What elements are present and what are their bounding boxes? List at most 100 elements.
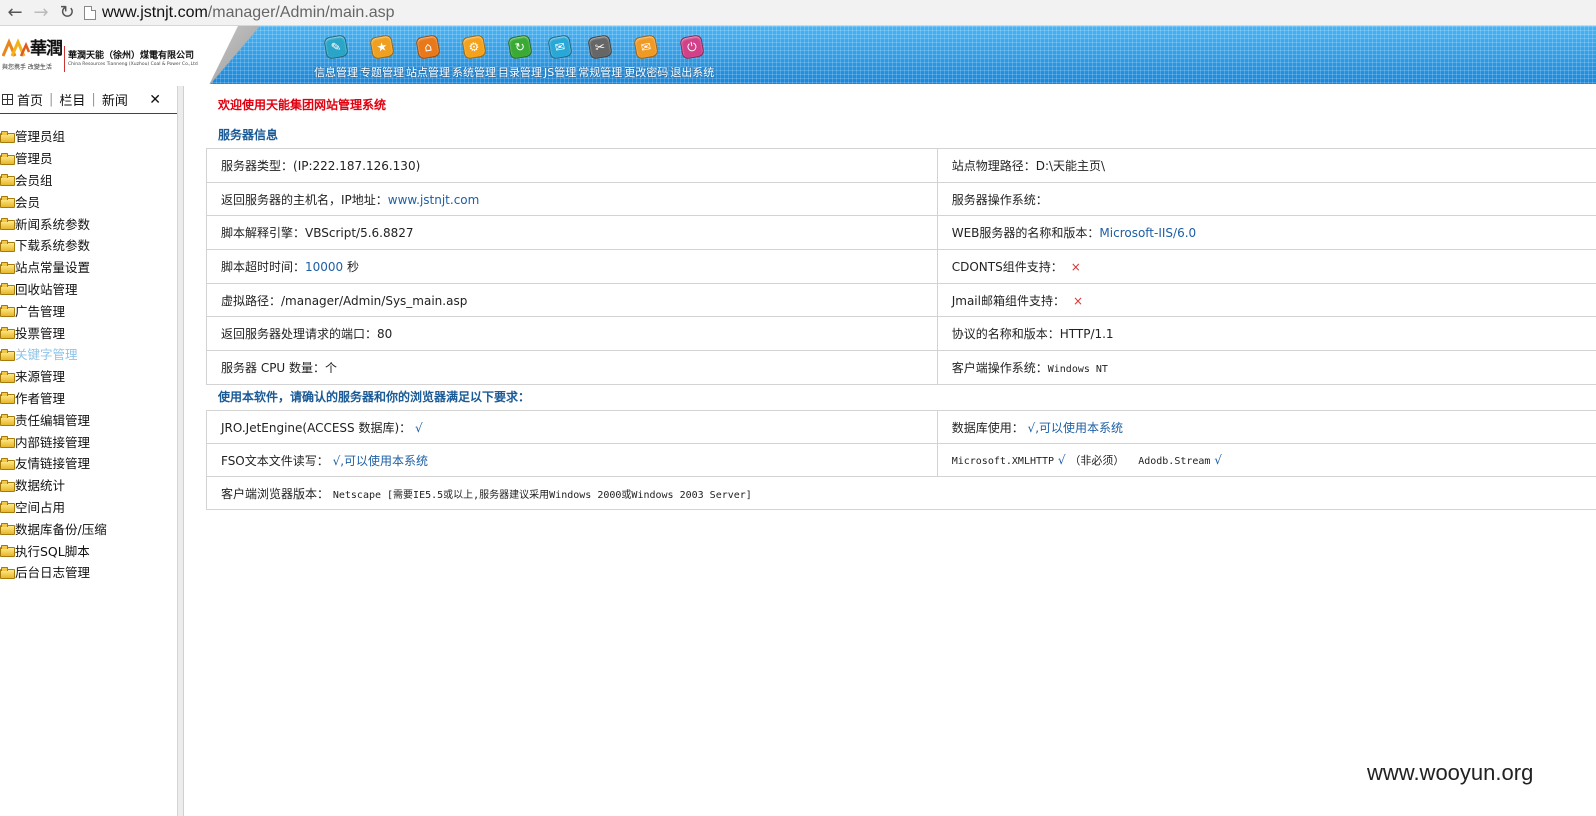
folder-icon: [0, 130, 15, 143]
sidebar-item[interactable]: 关键字管理: [0, 343, 177, 365]
url-host: www.jstnjt.com: [102, 3, 208, 21]
table-row: 虚拟路径：/manager/Admin/Sys_main.asp Jmail邮箱组…: [206, 282, 1596, 318]
cell-value[interactable]: www.jstnjt.com: [388, 193, 480, 207]
folder-icon: [0, 523, 15, 536]
folder-icon: [0, 348, 15, 361]
cell-value: (IP:222.187.126.130): [293, 158, 421, 173]
nav-system[interactable]: ⚙ 系统管理: [452, 34, 496, 84]
company-name: 華潤天能（徐州）煤電有限公司: [68, 51, 195, 61]
forward-arrow-icon[interactable]: →: [30, 2, 52, 24]
sidebar-item[interactable]: 会员: [0, 190, 177, 212]
nav-topic[interactable]: ★ 专题管理: [360, 34, 404, 84]
cell-label: JRO.JetEngine(ACCESS 数据库)：: [221, 420, 412, 435]
sidebar-item[interactable]: 内部链接管理: [0, 430, 177, 452]
table-row: 脚本超时时间：10000 秒 CDONTS组件支持： ×: [206, 249, 1596, 284]
nav-exit[interactable]: ⏻ 退出系统: [670, 34, 714, 84]
company-name-en: China Resources Tianneng (Xuzhou) Coal &…: [68, 62, 198, 67]
address-bar[interactable]: www.jstnjt.com/manager/Admin/main.asp: [84, 2, 395, 24]
sidebar-item-label: 来源管理: [15, 369, 66, 385]
folder-icon: [0, 545, 15, 558]
sidebar-item-label: 投票管理: [15, 325, 66, 341]
folder-icon: [0, 436, 15, 449]
nav-directory[interactable]: ↻ 目录管理: [498, 34, 542, 84]
nav-regular[interactable]: ✂ 常规管理: [578, 34, 622, 84]
server-info-title: 服务器信息: [218, 128, 279, 142]
reload-icon[interactable]: ↻: [56, 2, 78, 24]
logo-slogan: 與您携手 改變生活: [2, 64, 52, 71]
sidebar-item[interactable]: 下载系统参数: [0, 234, 177, 256]
table-row: 服务器 CPU 数量：个 客户端操作系统：Windows NT: [206, 350, 1596, 385]
folder-icon: [0, 392, 15, 405]
cell-label: WEB服务器的名称和版本：: [951, 226, 1100, 241]
sidebar-item-label: 站点常量设置: [15, 260, 91, 276]
tab-column[interactable]: 栏目: [59, 90, 85, 109]
watermark: www.wooyun.org: [1367, 760, 1534, 785]
sidebar-item-label: 关键字管理: [15, 347, 78, 363]
server-info-table: 服务器类型：(IP:222.187.126.130) 站点物理路径：D:\天能主页…: [206, 148, 1596, 385]
cell-label: Microsoft.XMLHTTP: [951, 456, 1055, 467]
sidebar-item[interactable]: 回收站管理: [0, 278, 177, 300]
sidebar-item[interactable]: 数据统计: [0, 474, 177, 496]
sidebar-item[interactable]: 数据库备份/压缩: [0, 517, 177, 539]
folder-icon: [0, 566, 15, 579]
sidebar-item[interactable]: 投票管理: [0, 321, 177, 343]
cell-label: 虚拟路径：: [221, 293, 282, 308]
folder-icon: [0, 457, 15, 470]
folder-icon: [0, 327, 15, 340]
folder-icon: [0, 239, 15, 252]
sidebar-item[interactable]: 管理员: [0, 147, 177, 169]
page-icon: [84, 5, 96, 20]
cell-label: 返回服务器的主机名，IP地址：: [221, 192, 388, 207]
sidebar-item[interactable]: 广告管理: [0, 299, 177, 321]
logo-mark-icon: [2, 38, 30, 57]
sidebar-item-label: 下载系统参数: [15, 238, 91, 254]
logo-text: 華潤: [30, 39, 63, 59]
sidebar-item-label: 空间占用: [15, 499, 66, 515]
system-icon: ⚙: [461, 34, 487, 60]
check-icon: √: [1057, 453, 1066, 467]
sidebar: 首页 | 栏目 | 新闻 ✕ 管理员组 管理员 会员组 会员 新闻系统参数 下载系统参数站…: [0, 86, 178, 816]
folder-icon: [0, 152, 15, 165]
tab-home[interactable]: 首页: [17, 90, 43, 109]
folder-icon: [0, 283, 15, 296]
folder-icon: [0, 261, 15, 274]
sidebar-item[interactable]: 来源管理: [0, 365, 177, 387]
cell-label: 服务器类型：: [221, 158, 294, 173]
sidebar-item[interactable]: 友情链接管理: [0, 452, 177, 474]
folder-icon: [0, 479, 15, 492]
grid-icon: [2, 94, 13, 105]
app-header: 華潤 與您携手 改變生活 華潤天能（徐州）煤電有限公司 China Resour…: [0, 26, 1596, 84]
sidebar-item[interactable]: 作者管理: [0, 387, 177, 409]
sidebar-item-label: 友情链接管理: [15, 456, 91, 472]
back-arrow-icon[interactable]: ←: [4, 2, 26, 24]
sidebar-item[interactable]: 站点常量设置: [0, 256, 177, 278]
sidebar-item-label: 广告管理: [15, 303, 66, 319]
sidebar-item[interactable]: 管理员组: [0, 125, 177, 147]
cell-label: 服务器操作系统：: [951, 192, 1048, 207]
nav-site[interactable]: ⌂ 站点管理: [406, 34, 450, 84]
cell-label: 客户端浏览器版本：: [221, 486, 330, 501]
tab-news[interactable]: 新闻: [102, 90, 128, 109]
cross-icon: ×: [1070, 259, 1081, 274]
sidebar-item[interactable]: 新闻系统参数: [0, 212, 177, 234]
close-icon[interactable]: ✕: [149, 92, 161, 108]
nav-info[interactable]: ✎ 信息管理: [314, 34, 358, 84]
table-row: 返回服务器处理请求的端口：80 协议的名称和版本：HTTP/1.1: [206, 316, 1596, 352]
cell-value: 个: [325, 360, 338, 375]
nav-password[interactable]: ✉ 更改密码: [624, 34, 668, 84]
cell-label: 返回服务器处理请求的端口：: [221, 327, 378, 342]
sidebar-item[interactable]: 空间占用: [0, 496, 177, 518]
js-icon: ✉: [547, 34, 573, 60]
sidebar-splitter[interactable]: [178, 86, 184, 816]
sidebar-item[interactable]: 后台日志管理: [0, 561, 177, 583]
sidebar-item[interactable]: 会员组: [0, 169, 177, 191]
table-row: 脚本解释引擎：VBScript/5.6.8827 WEB服务器的名称和版本：Mic…: [206, 215, 1596, 251]
sidebar-item[interactable]: 执行SQL脚本: [0, 539, 177, 561]
info-icon: ✎: [323, 34, 349, 60]
sidebar-item[interactable]: 责任编辑管理: [0, 408, 177, 430]
cell-label: Jmail邮箱组件支持：: [951, 293, 1065, 308]
cell-note: （非必须）: [1069, 454, 1125, 467]
cross-icon: ×: [1072, 293, 1084, 308]
nav-js[interactable]: ✉ JS管理: [544, 34, 576, 84]
regular-icon: ✂: [587, 34, 613, 60]
